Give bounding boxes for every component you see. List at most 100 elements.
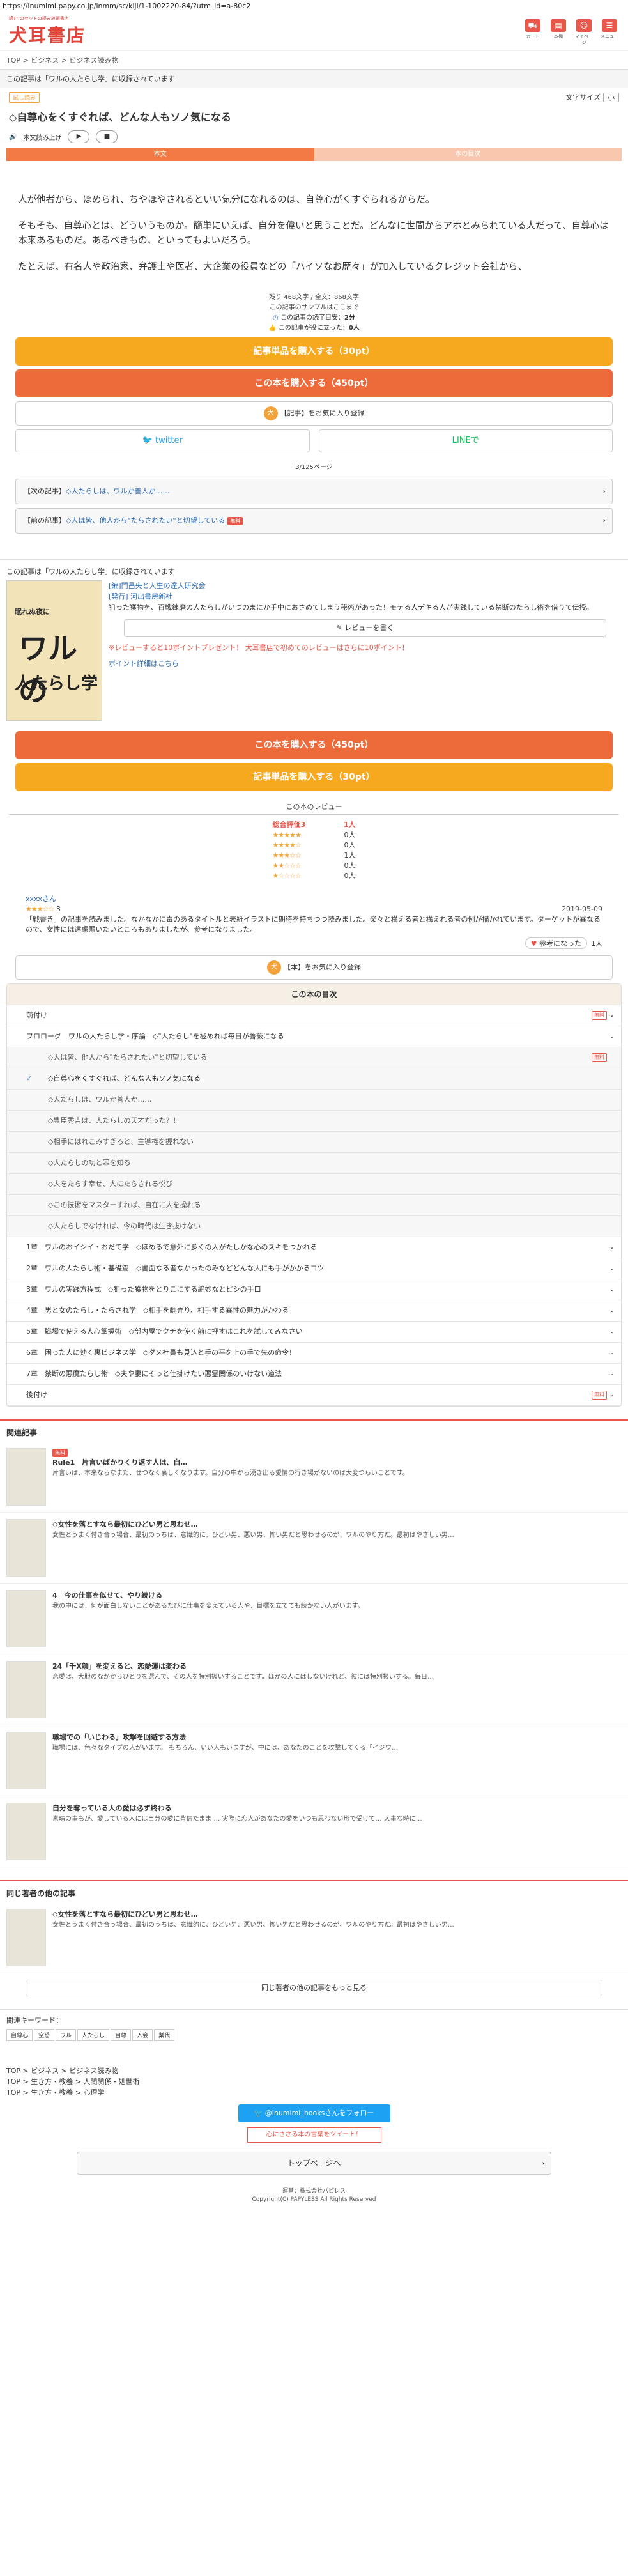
toc-item[interactable]: ◇この技術をマスターすれば、自在に人を操れる xyxy=(7,1195,621,1216)
book-author[interactable]: [編]門昌央と人生の達人研究会 xyxy=(109,580,622,591)
related-title[interactable]: ◇女性を落とすなら最初にひどい男と思わせ… xyxy=(52,1519,454,1529)
url-bar[interactable]: https://inumimi.papy.co.jp/inmm/sc/kiji/… xyxy=(0,0,628,13)
more-author-articles-button[interactable]: 同じ著者の他の記事をもっと見る xyxy=(26,1980,602,1996)
stop-button[interactable]: ■ xyxy=(96,130,118,143)
toc-item[interactable]: 4章 男と女のたらし・たらされ学 ◇相手を翻弄り、相手する異性の魅力がかわる ⌄ xyxy=(7,1300,621,1322)
related-title[interactable]: 職場での「いじわる」攻撃を回避する方法 xyxy=(52,1732,398,1742)
buy-book-button[interactable]: この本を購入する（450pt） xyxy=(15,369,613,397)
tweet-quote-button[interactable]: 心にささる本の言葉をツイート！ xyxy=(247,2127,381,2143)
next-article-link[interactable]: 【次の記事】◇人たらしは、ワルか善人か…… › xyxy=(15,479,613,504)
keywords: 関連キーワード： 自尊心 空恐 ワル 人たらし 自尊 入会 業代 xyxy=(0,2009,628,2046)
article-thumbnail[interactable] xyxy=(6,1909,46,1966)
twitter-share-button[interactable]: 🐦 twitter xyxy=(15,429,310,452)
toc-item[interactable]: 5章 職場で使える人心掌握術 ◇部内屋でクチを使く前に押すはこれを試してみなさい… xyxy=(7,1322,621,1343)
toc-item[interactable]: 3章 ワルの実践方程式 ◇狙った獲物をとりこにする絶妙なとピシの手口 ⌄ xyxy=(7,1279,621,1300)
point-details-link[interactable]: ポイント詳細はこちら xyxy=(109,658,622,669)
review-stars: ★★★☆☆ xyxy=(26,905,54,913)
article-thumbnail[interactable] xyxy=(6,1448,46,1506)
related-article[interactable]: ◇女性を落とすなら最初にひどい男と思わせ… 女性とうまく付き合う場合、最初のうちは… xyxy=(0,1513,628,1584)
toc-item[interactable]: ◇人をたらす幸せ、人にたらされる悦び xyxy=(7,1174,621,1195)
toc-item[interactable]: 1章 ワルのおイシイ・おだて学 ◇ほめるで意外に多くの人がたしかな心のスキをつか… xyxy=(7,1237,621,1258)
buy-article-button-2[interactable]: 記事単品を購入する（30pt） xyxy=(15,763,613,791)
related-article[interactable]: 無料 Rule1 片言いばかりくり返す人は、自… 片言いは、本来ならなまた、せつなく… xyxy=(0,1442,628,1513)
cart-icon[interactable]: ⛟ カート xyxy=(523,19,542,46)
free-badge: 無料 xyxy=(52,1449,68,1457)
toc-item[interactable]: 前付け 無料 ⌄ xyxy=(7,1005,621,1026)
article-thumbnail[interactable] xyxy=(6,1590,46,1647)
prev-article-link[interactable]: 【前の記事】◇人は皆、他人から"たらされたい"と切望している 無料 › xyxy=(15,508,613,534)
font-size-control[interactable]: 文字サイズ小 xyxy=(565,92,619,102)
favorite-book-button[interactable]: 犬【本】をお気に入り登録 xyxy=(15,955,613,980)
free-badge: 無料 xyxy=(592,1391,607,1400)
review-text: 「戦書き」の記事を読みました。なかなかに毒のあるタイトルと表紙イラストに期待を持… xyxy=(26,915,601,934)
related-title[interactable]: 24「千X顔」を変えると、恋愛運は変わる xyxy=(52,1661,434,1671)
copyright: 運営：株式会社パピレス Copyright(C) PAPYLESS All Ri… xyxy=(252,2188,376,2203)
tab-body[interactable]: 本文 xyxy=(6,148,314,161)
breadcrumb[interactable]: TOP > ビジネス > ビジネス読み物 xyxy=(0,51,628,69)
related-article[interactable]: ◇女性を落とすなら最初にひどい男と思わせ… 女性とうまく付き合う場合、最初のうちは… xyxy=(0,1902,628,1973)
tab-toc[interactable]: 本の目次 xyxy=(314,148,622,161)
reviewer-name[interactable]: xxxxさん xyxy=(26,894,602,904)
thumbs-up-icon: 👍 xyxy=(268,325,277,332)
related-article[interactable]: 職場での「いじわる」攻撃を回避する方法 職場には、色々なタイプの人がいます。 もち… xyxy=(0,1725,628,1796)
related-article[interactable]: 自分を奪っている人の愛は必ず終わる 素晴の事もが、愛している人には自分の愛に背信た… xyxy=(0,1796,628,1867)
toc-item[interactable]: 6章 困った人に効く裏ビジネス学 ◇ダメ社員も見込と手の平を上の手で先の命令！ ⌄ xyxy=(7,1343,621,1364)
related-title[interactable]: 自分を奪っている人の愛は必ず終わる xyxy=(52,1803,422,1813)
line-share-button[interactable]: LINEで xyxy=(318,429,613,452)
toc-item[interactable]: ◇人たらしの功と罪を知る xyxy=(7,1153,621,1174)
keyword-chip[interactable]: 空恐 xyxy=(34,2029,55,2041)
related-title[interactable]: ◇女性を落とすなら最初にひどい男と思わせ… xyxy=(52,1909,454,1919)
toc-item[interactable]: プロローグ ワルの人たらし学・序論 ◇"人たらし"を極めれば毎日が薔薇になる ⌄ xyxy=(7,1026,621,1047)
site-logo[interactable]: 読む!のセットの読み放題書店 犬耳書店 xyxy=(9,15,86,47)
helpful-button[interactable]: ♥ 参考になった xyxy=(525,937,587,949)
book-notice: この記事は「ワルの人たらし学」に収録されています xyxy=(6,567,175,576)
toc-item[interactable]: ◇人は皆、他人から"たらされたい"と切望している 無料 xyxy=(7,1047,621,1068)
pencil-icon: ✎ xyxy=(336,624,342,632)
keyword-chip[interactable]: 自尊 xyxy=(111,2029,132,2041)
chevron-down-icon: ⌄ xyxy=(609,1012,615,1019)
play-button[interactable]: ▶ xyxy=(68,130,90,143)
toc-item[interactable]: ◇人たらしでなければ、今の時代は生き抜けない xyxy=(7,1216,621,1237)
keyword-chip[interactable]: 自尊心 xyxy=(6,2029,33,2041)
related-desc: 職場には、色々なタイプの人がいます。 もちろん、いい人もいますが、中には、あなた… xyxy=(52,1745,398,1752)
book-cover[interactable]: 眠れぬ夜に ワルの 人たらし学 xyxy=(6,580,102,721)
collection-notice: この記事は「ワルの人たらし学」に収録されています xyxy=(0,69,628,88)
article-thumbnail[interactable] xyxy=(6,1803,46,1860)
toc-item[interactable]: ◇豊臣秀吉は、人たらしの天才だった？！ xyxy=(7,1111,621,1132)
same-author-heading: 同じ著者の他の記事 xyxy=(0,1880,628,1902)
twitter-follow-button[interactable]: 🐦 @inumimi_booksさんをフォロー xyxy=(238,2104,390,2122)
menu-icon[interactable]: ☰ メニュー xyxy=(600,19,619,46)
keyword-chip[interactable]: 業代 xyxy=(154,2029,175,2041)
related-title[interactable]: 4 今の仕事を似せて、やり続ける xyxy=(52,1590,364,1600)
read-aloud-label: 本文読み上げ xyxy=(23,134,62,142)
font-size-select[interactable]: 小 xyxy=(603,93,619,102)
related-article[interactable]: 4 今の仕事を似せて、やり続ける 我の中には、何が面白しないことがあるたびに仕事を… xyxy=(0,1584,628,1654)
related-article[interactable]: 24「千X顔」を変えると、恋愛運は変わる 恋愛は、大胆のなかからひとりを選んで、そ… xyxy=(0,1654,628,1725)
toc-item[interactable]: 7章 禁断の悪魔たらし術 ◇夫や妻にそっと仕掛けたい悪霊関係のいけない道法 ⌄ xyxy=(7,1364,621,1385)
keyword-chip[interactable]: ワル xyxy=(56,2029,77,2041)
article-thumbnail[interactable] xyxy=(6,1732,46,1789)
toc-item[interactable]: ◇自尊心をくすぐれば、どんな人もソノ気になる ✓ xyxy=(7,1068,621,1090)
toc-item[interactable]: 後付け 無料 ⌄ xyxy=(7,1385,621,1406)
article-thumbnail[interactable] xyxy=(6,1519,46,1577)
helpful-count: 1人 xyxy=(591,939,602,948)
toc-item[interactable]: ◇人たらしは、ワルか善人か…… xyxy=(7,1090,621,1111)
footer-breadcrumbs[interactable]: TOP > ビジネス > ビジネス読み物 TOP > 生き方・教養 > 人間関係… xyxy=(0,2046,628,2098)
top-page-button[interactable]: トップページへ › xyxy=(77,2152,551,2175)
page-counter: 3/125ページ xyxy=(295,464,333,471)
keyword-chip[interactable]: 入会 xyxy=(132,2029,153,2041)
related-title[interactable]: Rule1 片言いばかりくり返す人は、自… xyxy=(52,1457,409,1467)
toc-item[interactable]: 2章 ワルの人たらし術・基礎篇 ◇書面なる者なかったのみなどどんな人にも手がかか… xyxy=(7,1258,621,1279)
sample-note: この記事のサンプルはここまで xyxy=(269,304,359,311)
book-publisher[interactable]: [発行] 河出書房新社 xyxy=(109,591,622,602)
favorite-article-button[interactable]: 犬【記事】をお気に入り登録 xyxy=(15,401,613,426)
speaker-icon: 🔊 xyxy=(9,133,17,141)
buy-article-button[interactable]: 記事単品を購入する（30pt） xyxy=(15,337,613,366)
bookmark-icon[interactable]: ▤ 本棚 xyxy=(549,19,568,46)
article-thumbnail[interactable] xyxy=(6,1661,46,1718)
buy-book-button-2[interactable]: この本を購入する（450pt） xyxy=(15,731,613,759)
write-review-button[interactable]: ✎ レビューを書く xyxy=(124,619,606,637)
toc-item[interactable]: ◇相手にはれこみすぎると、主導権を握れない xyxy=(7,1132,621,1153)
keyword-chip[interactable]: 人たらし xyxy=(77,2029,110,2041)
mypage-icon[interactable]: ☺ マイページ xyxy=(574,19,594,46)
